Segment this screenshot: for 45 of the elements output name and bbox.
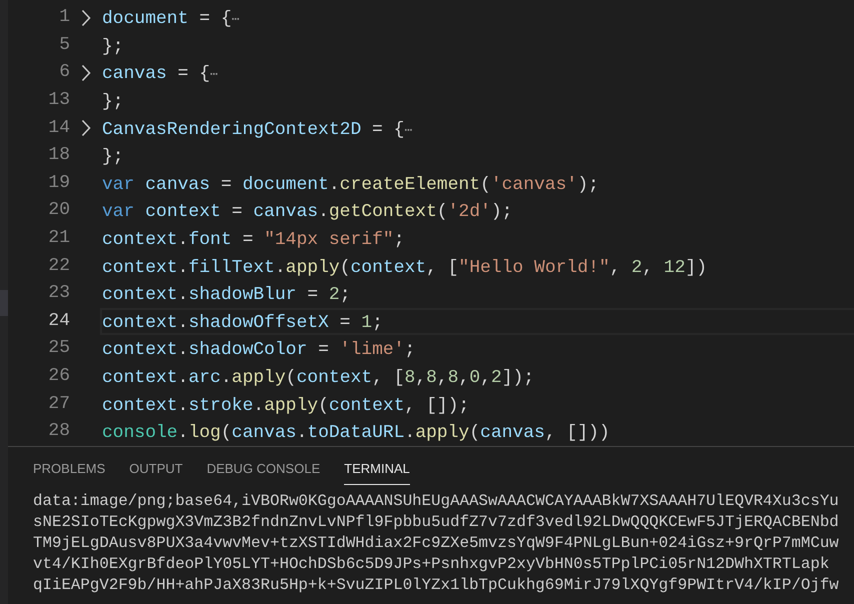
panel-tab[interactable]: OUTPUT bbox=[129, 459, 183, 485]
terminal-output-line: vt4/KIh0EXgrBfdeoPlY05LYT+HOchDSb6c5D9JPs+PsnhxgvP2xyVbHN0s5TPplPCi05rN12DWhXTRTLapk bbox=[33, 554, 830, 575]
line-number: 19 bbox=[47, 172, 70, 195]
code-line: canvas = {⋯ bbox=[101, 63, 219, 86]
code-line: var canvas = document.createElement('canvas'); bbox=[101, 174, 600, 197]
code-line: }; bbox=[101, 36, 125, 59]
line-number: 22 bbox=[47, 254, 70, 278]
code-line: context.stroke.apply(context, []); bbox=[101, 394, 470, 418]
line-number: 25 bbox=[47, 337, 70, 360]
code-line: context.arc.apply(context, [8,8,8,0,2]); bbox=[101, 367, 536, 390]
panel-tab[interactable]: DEBUG CONSOLE bbox=[206, 459, 320, 485]
chevron-icon[interactable] bbox=[80, 8, 90, 27]
terminal-output-line: sNE2SIoTEcKgpwgX3VmZ3B2fndnZnvLvNPfl9Fpbbu5udfZ7v7zdf3vedl92LDwQQQKCEwF5JTjERQACBENbd bbox=[33, 512, 839, 533]
line-number: 1 bbox=[58, 6, 70, 30]
code-line: document = {⋯ bbox=[101, 8, 240, 32]
code-line: }; bbox=[101, 146, 125, 170]
code-line: }; bbox=[101, 91, 125, 114]
terminal-output-line: TM9jELgDAusv8PUX3a4vwvMev+tzXSTIdWHdiax2Fc9ZXe5mvzsYqW9F4PNLgLBun+024iGsz+9rQrP7mMCuw bbox=[33, 533, 839, 554]
line-number: 27 bbox=[47, 392, 70, 416]
code-line: context.shadowOffsetX = 1; bbox=[100, 308, 854, 335]
code-line: context.fillText.apply(context, ["Hello World!", 2, 12]) bbox=[101, 256, 708, 280]
line-number: 5 bbox=[58, 34, 70, 57]
code-line: context.font = "14px serif"; bbox=[101, 229, 406, 252]
line-number: 28 bbox=[47, 420, 70, 444]
line-number: 26 bbox=[47, 365, 70, 388]
line-number: 24 bbox=[47, 310, 70, 333]
code-line: CanvasRenderingContext2D = {⋯ bbox=[101, 118, 414, 142]
line-number: 6 bbox=[58, 61, 70, 84]
line-number: 23 bbox=[47, 282, 70, 306]
scroll-thumb[interactable] bbox=[0, 290, 8, 316]
line-number: 20 bbox=[47, 199, 70, 222]
terminal-output-line: qIiEAPgV2F9b/HH+ahPJaX83Ru5Hp+k+SvuZIPL0lYZx1lbTpCukhg69MirJ79lXQYgf9PWItrV4/kIP/Ojfw bbox=[33, 575, 839, 596]
terminal-output-line: data:image/png;base64,iVBORw0KGgoAAAANSUhEUgAAASwAAACWCAYAAABkW7XSAAAH7UlEQVR4Xu3csYu bbox=[33, 491, 839, 512]
panel-tab[interactable]: PROBLEMS bbox=[33, 459, 106, 485]
code-line: var context = canvas.getContext('2d'); bbox=[101, 201, 514, 224]
line-number: 18 bbox=[47, 144, 70, 168]
code-line: console.log(canvas.toDataURL.apply(canvas, [])) bbox=[101, 422, 611, 446]
chevron-icon[interactable] bbox=[80, 64, 90, 82]
chevron-icon[interactable] bbox=[80, 119, 90, 138]
line-number: 13 bbox=[47, 89, 70, 112]
line-number: 14 bbox=[47, 116, 70, 140]
code-line: context.shadowColor = 'lime'; bbox=[101, 339, 416, 362]
line-number: 21 bbox=[47, 227, 70, 250]
code-line: context.shadowBlur = 2; bbox=[101, 284, 352, 308]
panel-tab[interactable]: TERMINAL bbox=[344, 459, 410, 485]
